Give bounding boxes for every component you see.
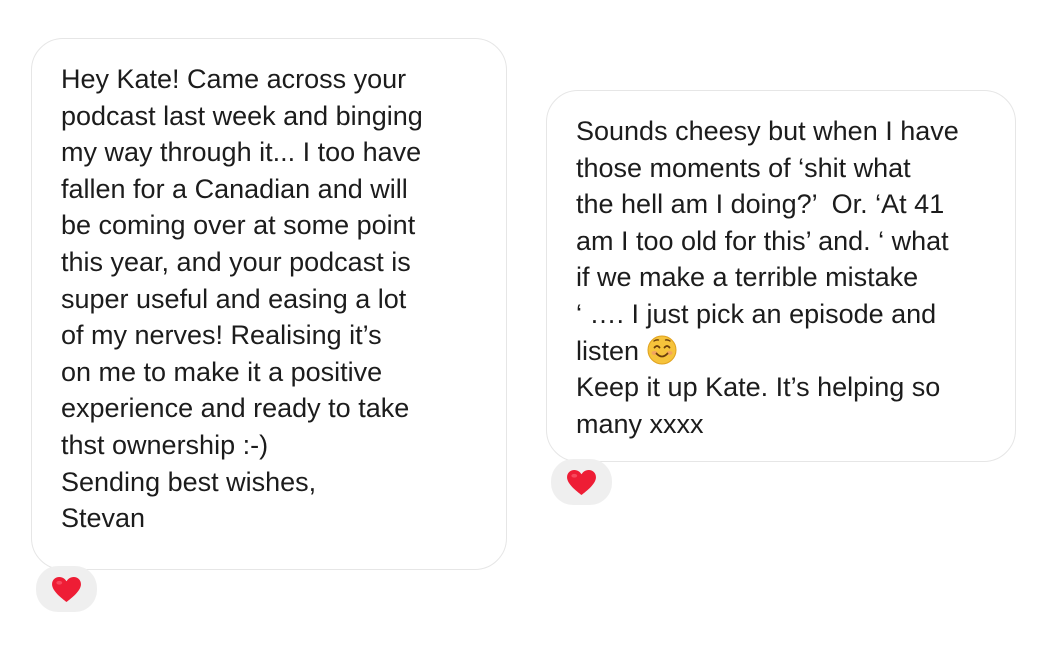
message-bubble[interactable]: Sounds cheesy but when I have those mome… (546, 90, 1016, 462)
message-text-line-with-emoji: listen (576, 333, 1015, 370)
message-text-line: fallen for a Canadian and will (61, 173, 408, 204)
message-text-line: thst ownership :-) (61, 429, 269, 460)
message-text-line: those moments of ‘shit what (576, 152, 911, 183)
message-text-line: this year, and your podcast is (61, 246, 411, 277)
message-text-line: on me to make it a positive (61, 356, 383, 387)
message-text-line: Sending best wishes, (61, 466, 317, 497)
message-bubble[interactable]: Hey Kate! Came across your podcast last … (31, 38, 507, 570)
message-text-line: Stevan (61, 503, 146, 534)
red-heart-icon (567, 469, 596, 496)
message-text: listen (576, 335, 647, 366)
message-text-line: super useful and easing a lot (61, 283, 407, 314)
message-text-line: my way through it... I too have (61, 137, 422, 168)
message-text-line: many xxxx (576, 408, 704, 439)
message-text-line: Sounds cheesy but when I have (576, 116, 959, 146)
message-text-line: podcast last week and binging (61, 100, 423, 131)
message-text-line: if we make a terrible mistake (576, 262, 919, 293)
red-heart-icon (52, 576, 81, 603)
message-text-line: Hey Kate! Came across your (61, 64, 407, 94)
heart-reaction[interactable] (36, 566, 97, 612)
message-text-line: am I too old for this’ and. ‘ what (576, 225, 949, 256)
message-text-line: the hell am I doing?’ Or. ‘At 41 (576, 189, 945, 220)
message-text-line: of my nerves! Realising it’s (61, 320, 382, 351)
heart-reaction[interactable] (551, 459, 612, 505)
message-text-line: be coming over at some point (61, 210, 416, 241)
message-text-line: Keep it up Kate. It’s helping so (576, 372, 941, 403)
message-text-line: experience and ready to take (61, 393, 410, 424)
smiling-face-icon (647, 335, 677, 365)
message-text-line: ‘ …. I just pick an episode and (576, 298, 937, 329)
